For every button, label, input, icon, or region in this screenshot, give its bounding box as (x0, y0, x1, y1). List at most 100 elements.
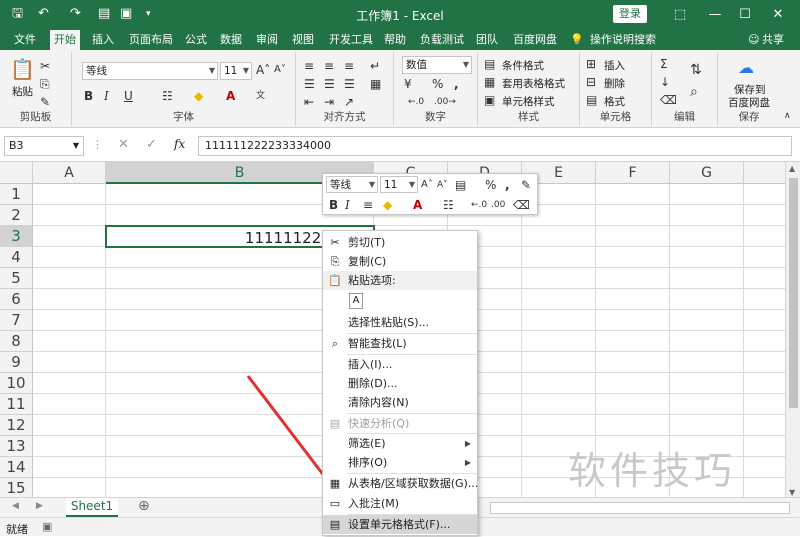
select-all-corner[interactable] (0, 162, 33, 184)
clear-format-icon[interactable]: ⌫ (513, 197, 530, 213)
italic-icon[interactable]: I (104, 88, 109, 104)
menu-item-smart-lookup[interactable]: ⌕ 智能查找(L) (323, 334, 477, 353)
column-header-g[interactable]: G (670, 162, 744, 184)
autosum-icon[interactable]: Σ (660, 56, 668, 72)
copy-icon[interactable]: ⎘ (40, 76, 50, 92)
phonetic-icon[interactable]: 文 (256, 88, 265, 104)
italic-icon[interactable]: I (345, 197, 350, 213)
menu-item-get-data[interactable]: ▦ 从表格/区域获取数据(G)... (323, 474, 479, 493)
cancel-icon[interactable]: ✕ (118, 137, 129, 152)
align-middle-icon[interactable]: ≡ (324, 58, 334, 74)
macro-record-icon[interactable]: ▣ (42, 520, 52, 533)
grow-font-icon[interactable]: A˄ (421, 177, 433, 193)
share-button[interactable]: 共享 (762, 33, 784, 47)
format-painter-icon[interactable]: ✎ (521, 177, 531, 193)
borders-icon[interactable]: ☷ (443, 197, 454, 213)
row-header-3[interactable]: 3 (0, 226, 33, 247)
font-color-icon[interactable]: A (413, 197, 422, 213)
number-format-select[interactable]: 数值 ▼ (402, 56, 472, 74)
delete-cells-button[interactable]: 删除 (604, 76, 625, 91)
prev-sheet-icon[interactable]: ◀ (12, 501, 19, 511)
scroll-down-icon[interactable]: ▼ (789, 488, 795, 497)
orientation-icon[interactable]: ↗ (344, 94, 354, 110)
row-header-14[interactable]: 14 (0, 457, 33, 478)
font-color-icon[interactable]: A (226, 88, 235, 104)
decrease-decimal-icon[interactable]: .00 (491, 197, 505, 213)
row-header-4[interactable]: 4 (0, 247, 33, 268)
sort-filter-icon[interactable]: ⇅ (690, 62, 702, 78)
row-header-6[interactable]: 6 (0, 289, 33, 310)
minimize-icon[interactable]: — (705, 5, 725, 25)
menu-item-copy[interactable]: ⎘ 复制(C) (323, 252, 477, 271)
borders-icon[interactable]: ☷ (162, 88, 173, 104)
vertical-scrollbar[interactable]: ▲ ▼ (785, 162, 800, 500)
comma-style-icon[interactable]: , (454, 76, 459, 92)
ribbon-display-icon[interactable]: ⬚ (670, 5, 690, 25)
menu-item-insert-comment[interactable]: ▭ 入批注(M) (323, 494, 477, 513)
grow-font-icon[interactable]: A˄ (256, 62, 270, 78)
row-header-12[interactable]: 12 (0, 415, 33, 436)
tab-review[interactable]: 审阅 (256, 33, 278, 47)
tab-home[interactable]: 开始 (50, 30, 80, 50)
percent-icon[interactable]: % (432, 76, 443, 92)
menu-item-paste-special[interactable]: 选择性粘贴(S)... (323, 313, 477, 332)
scroll-up-icon[interactable]: ▲ (789, 164, 795, 173)
tell-me-search[interactable]: 操作说明搜索 (590, 33, 656, 47)
next-sheet-icon[interactable]: ▶ (36, 501, 43, 511)
tab-insert[interactable]: 插入 (92, 33, 114, 47)
horizontal-scrollbar[interactable] (490, 502, 790, 514)
login-button[interactable]: 登录 (613, 5, 647, 23)
paste-button[interactable]: 粘贴 (12, 84, 33, 99)
insert-function-icon[interactable]: fx (174, 137, 185, 151)
fill-color-icon[interactable]: ◆ (194, 88, 203, 104)
tab-view[interactable]: 视图 (292, 33, 314, 47)
wrap-text-icon[interactable]: ↵ (370, 58, 380, 74)
collapse-ribbon-icon[interactable]: ∧ (784, 108, 791, 124)
comma-style-icon[interactable]: , (505, 177, 510, 193)
menu-item-filter[interactable]: 筛选(E) ▶ (323, 434, 477, 453)
menu-item-paste-text[interactable]: A (323, 291, 477, 313)
percent-icon[interactable]: % (485, 177, 496, 193)
row-header-8[interactable]: 8 (0, 331, 33, 352)
increase-indent-icon[interactable]: ⇥ (324, 94, 334, 110)
find-select-icon[interactable]: ⌕ (690, 84, 698, 100)
row-header-7[interactable]: 7 (0, 310, 33, 331)
tab-team[interactable]: 团队 (476, 33, 498, 47)
formula-input[interactable]: 111111222233334000 (198, 136, 792, 156)
tab-developer[interactable]: 开发工具 (329, 33, 373, 47)
tab-baidu-netdisk[interactable]: 百度网盘 (513, 33, 557, 47)
align-bottom-icon[interactable]: ≡ (344, 58, 354, 74)
menu-item-insert[interactable]: 插入(I)... (323, 355, 477, 374)
font-size-select[interactable]: 11 ▼ (220, 62, 252, 80)
tab-file[interactable]: 文件 (14, 33, 36, 47)
paste-icon[interactable]: 📋 (10, 58, 35, 80)
tab-page-layout[interactable]: 页面布局 (129, 33, 173, 47)
baidu-cloud-icon[interactable]: ☁ (738, 60, 754, 76)
row-header-5[interactable]: 5 (0, 268, 33, 289)
row-header-11[interactable]: 11 (0, 394, 33, 415)
number-format-icon[interactable]: ▤ (455, 177, 466, 193)
align-top-icon[interactable]: ≡ (304, 58, 314, 74)
menu-item-format-cells[interactable]: ▤ 设置单元格格式(F)... (323, 515, 477, 534)
insert-cells-button[interactable]: 插入 (604, 58, 625, 73)
row-header-13[interactable]: 13 (0, 436, 33, 457)
bold-icon[interactable]: B (84, 88, 93, 104)
scrollbar-thumb[interactable] (789, 178, 798, 408)
increase-decimal-icon[interactable]: ←.0 (471, 197, 487, 213)
format-button[interactable]: 格式 (604, 94, 625, 109)
align-center-icon[interactable]: ≡ (363, 197, 373, 213)
format-painter-icon[interactable]: ✎ (40, 94, 50, 110)
align-left-icon[interactable]: ☰ (304, 76, 315, 92)
tab-load-test[interactable]: 负载测试 (420, 33, 464, 47)
mini-font-select[interactable]: 等线 ▼ (326, 176, 378, 193)
save-to-line2[interactable]: 百度网盘 (728, 95, 770, 110)
menu-item-sort[interactable]: 排序(O) ▶ (323, 453, 477, 472)
conditional-format-button[interactable]: 条件格式 (502, 58, 544, 73)
name-box[interactable]: B3 ▼ (4, 136, 84, 156)
shrink-font-icon[interactable]: A˅ (437, 177, 448, 193)
sheet-tab-sheet1[interactable]: Sheet1 (66, 498, 118, 517)
decrease-indent-icon[interactable]: ⇤ (304, 94, 314, 110)
tab-help[interactable]: 帮助 (384, 33, 406, 47)
merge-center-icon[interactable]: ▦ (370, 76, 381, 92)
tab-formulas[interactable]: 公式 (185, 33, 207, 47)
